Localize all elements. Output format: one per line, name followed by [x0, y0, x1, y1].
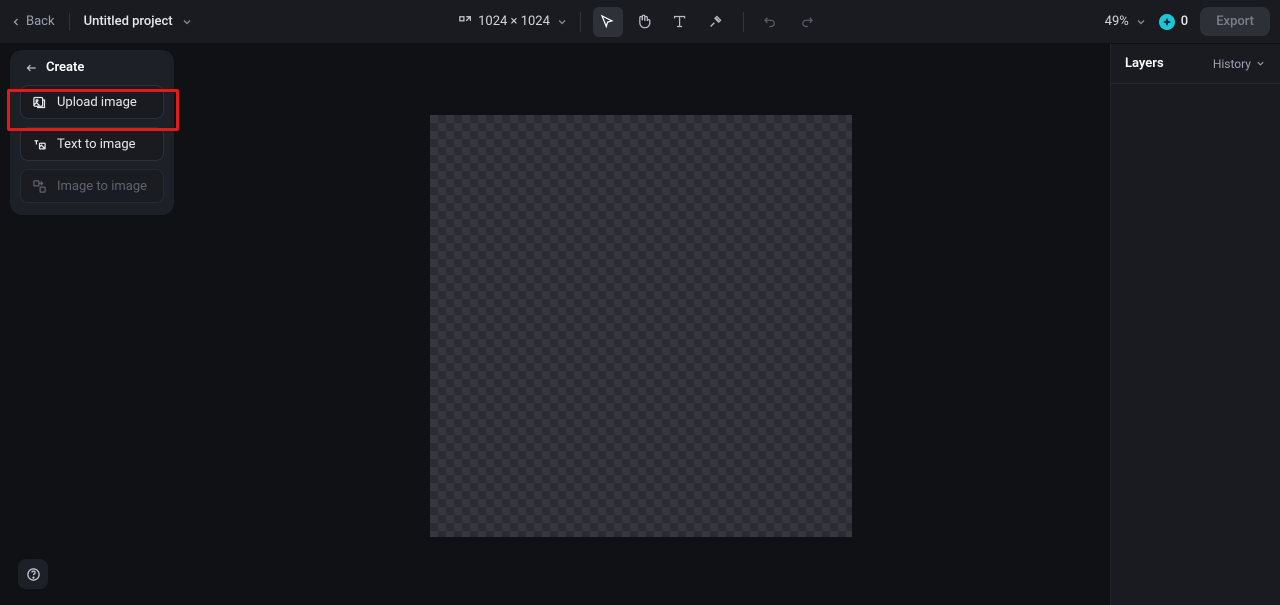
back-arrow-icon[interactable]	[24, 61, 38, 75]
redo-icon	[799, 14, 814, 29]
right-panel: Layers History	[1110, 44, 1280, 605]
divider	[743, 12, 744, 32]
hand-tool[interactable]	[629, 7, 659, 37]
text-to-image-label: Text to image	[57, 137, 136, 152]
back-label: Back	[26, 14, 55, 29]
history-label: History	[1213, 57, 1251, 71]
transparency-grid	[430, 115, 852, 537]
canvas-size-dropdown[interactable]: 1024 × 1024	[458, 14, 568, 29]
chevron-down-icon	[556, 16, 568, 28]
back-button[interactable]: Back	[10, 14, 55, 29]
eyedropper-icon	[708, 14, 723, 29]
chevron-down-icon	[1255, 58, 1266, 69]
create-panel-title: Create	[46, 60, 84, 75]
text-to-image-icon	[31, 137, 47, 152]
cursor-icon	[600, 14, 615, 29]
chevron-down-icon	[1135, 16, 1147, 28]
top-bar-center: 1024 × 1024	[458, 7, 822, 37]
create-panel-header: Create	[20, 60, 164, 75]
history-dropdown[interactable]: History	[1213, 57, 1266, 71]
image-to-image-label: Image to image	[57, 179, 147, 194]
credits-icon	[1159, 14, 1175, 30]
image-to-image-icon	[31, 179, 47, 194]
layers-tab[interactable]: Layers	[1125, 56, 1164, 71]
eyedropper-tool[interactable]	[701, 7, 731, 37]
text-to-image-button[interactable]: Text to image	[20, 127, 164, 161]
canvas[interactable]	[430, 115, 852, 537]
export-label: Export	[1216, 14, 1254, 29]
upload-image-button[interactable]: Upload image	[20, 85, 164, 119]
undo-icon	[763, 14, 778, 29]
canvas-size-label: 1024 × 1024	[478, 14, 550, 29]
chevron-down-icon	[181, 16, 193, 28]
help-button[interactable]	[18, 559, 48, 589]
top-bar-right: 49% 0 Export	[1105, 7, 1270, 36]
right-panel-header: Layers History	[1111, 44, 1280, 84]
upload-image-label: Upload image	[57, 95, 137, 110]
select-tool[interactable]	[593, 7, 623, 37]
divider	[69, 13, 70, 31]
resize-icon	[458, 15, 472, 29]
help-icon	[26, 567, 41, 582]
zoom-dropdown[interactable]: 49%	[1105, 14, 1147, 29]
export-button[interactable]: Export	[1200, 7, 1270, 36]
hand-icon	[636, 14, 651, 29]
undo-button[interactable]	[756, 7, 786, 37]
redo-button[interactable]	[792, 7, 822, 37]
credits-count: 0	[1181, 14, 1188, 29]
credits-indicator[interactable]: 0	[1159, 14, 1188, 30]
project-title-dropdown[interactable]: Untitled project	[84, 14, 193, 29]
create-panel: Create Upload image Text to image Image …	[10, 50, 174, 215]
text-icon	[672, 14, 687, 29]
top-bar: Back Untitled project 1024 × 1024	[0, 0, 1280, 44]
zoom-label: 49%	[1105, 14, 1129, 29]
project-title: Untitled project	[84, 14, 173, 29]
divider	[580, 12, 581, 32]
chevron-left-icon	[10, 16, 22, 28]
upload-image-icon	[31, 95, 47, 110]
top-bar-left: Back Untitled project	[10, 13, 193, 31]
image-to-image-button: Image to image	[20, 169, 164, 203]
text-tool[interactable]	[665, 7, 695, 37]
